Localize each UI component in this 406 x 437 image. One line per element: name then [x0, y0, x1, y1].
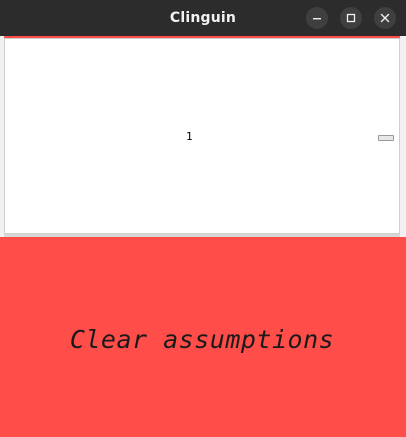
panel-value: 1: [186, 130, 193, 143]
close-button[interactable]: [374, 7, 396, 29]
clear-assumptions-button[interactable]: Clear assumptions: [4, 237, 400, 437]
minimize-icon: [313, 18, 321, 20]
clear-assumptions-label: Clear assumptions: [69, 324, 335, 354]
app-window: Clinguin 1 Clear assumptions: [0, 0, 406, 437]
minimize-button[interactable]: [306, 7, 328, 29]
scroll-handle[interactable]: [378, 135, 394, 141]
frame-edge-right: [400, 36, 406, 237]
window-title: Clinguin: [169, 10, 237, 26]
maximize-button[interactable]: [340, 7, 362, 29]
close-icon: [380, 13, 390, 23]
content-panel: 1: [4, 38, 400, 234]
maximize-icon: [346, 13, 356, 23]
title-bar[interactable]: Clinguin: [0, 0, 406, 36]
